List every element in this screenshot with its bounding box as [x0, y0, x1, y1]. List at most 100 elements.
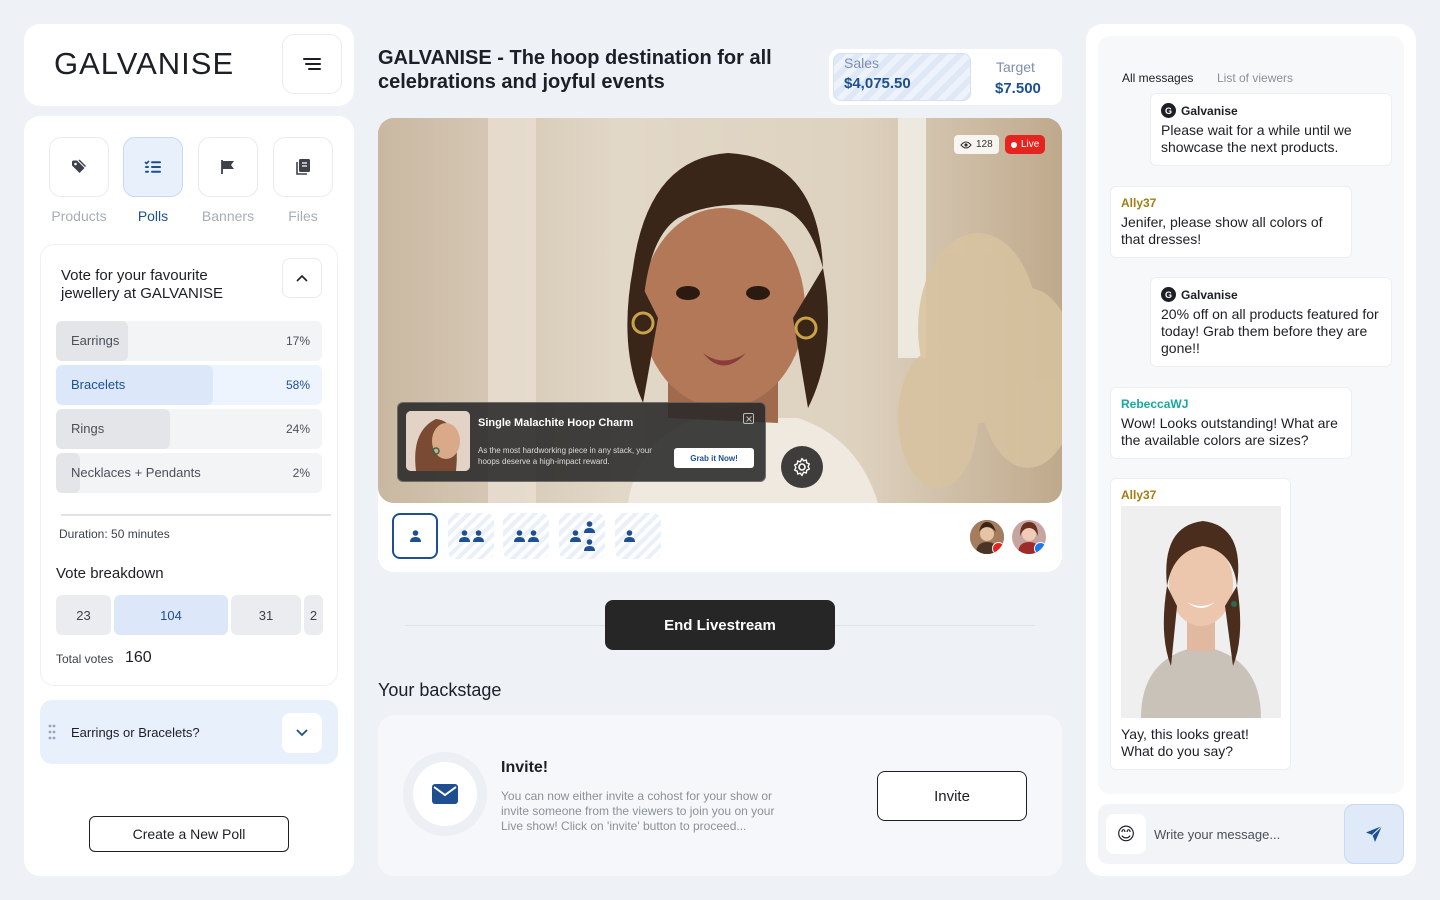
poll-item-collapsed[interactable]: Earrings or Bracelets?	[40, 700, 338, 764]
invite-description: You can now either invite a cohost for y…	[501, 789, 775, 833]
layout-single-button[interactable]	[392, 513, 438, 559]
tag-icon	[72, 159, 86, 173]
message-author: RebeccaWJ	[1121, 397, 1189, 411]
person-icon	[472, 530, 484, 542]
message-author: Galvanise	[1181, 287, 1238, 302]
menu-icon	[303, 58, 321, 70]
product-popup: Single Malachite Hoop Charm As the most …	[397, 402, 766, 482]
target-label: Target	[996, 59, 1035, 75]
tab-all-messages[interactable]: All messages	[1122, 71, 1193, 85]
facebook-guest-avatar[interactable]	[1012, 520, 1046, 554]
poll-option-percent: 24%	[285, 422, 310, 436]
brand-card: GALVANISE	[24, 24, 354, 106]
create-poll-button[interactable]: Create a New Poll	[89, 816, 289, 852]
product-thumbnail	[406, 411, 470, 471]
galvanise-logo-icon: G	[1161, 287, 1176, 302]
send-button[interactable]	[1344, 804, 1404, 864]
product-title: Single Malachite Hoop Charm	[478, 417, 634, 429]
left-tool-panel: Products Polls Banners Files Vote for yo…	[24, 116, 354, 876]
message-text: Jenifer, please show all colors of that …	[1121, 214, 1323, 247]
person-icon	[583, 521, 595, 533]
tab-files-label: Files	[288, 208, 318, 224]
layout-side-button[interactable]	[615, 513, 661, 559]
breakdown-segment-earrings: 23	[56, 595, 111, 635]
poll-option-necklaces[interactable]: Necklaces + Pendants 2%	[56, 453, 322, 493]
popup-close-button[interactable]	[743, 413, 754, 424]
message-text: Yay, this looks great! What do you say?	[1121, 726, 1249, 759]
chat-composer: 😊	[1098, 804, 1404, 864]
drag-handle-icon[interactable]	[48, 724, 56, 740]
live-video[interactable]: 128 Live Single Malachite Hoop Charm As …	[378, 118, 1062, 503]
message-text: Please wait for a while until we showcas…	[1161, 122, 1352, 155]
message-text: 20% off on all products featured for tod…	[1161, 306, 1379, 356]
chat-message-input[interactable]	[1154, 814, 1334, 854]
poll-option-bracelets[interactable]: Bracelets 58%	[56, 365, 322, 405]
invite-avatar	[413, 762, 477, 826]
tab-polls-label: Polls	[137, 208, 169, 224]
vote-breakdown-title: Vote breakdown	[56, 565, 164, 582]
chat-panel: All messages List of viewers G Galvanise …	[1086, 24, 1416, 876]
poll-duration: Duration: 50 minutes	[59, 527, 170, 541]
youtube-icon	[992, 542, 1004, 554]
youtube-guest-avatar[interactable]	[970, 520, 1004, 554]
tab-polls[interactable]: Polls	[123, 137, 183, 224]
brand-logo: GALVANISE	[54, 46, 235, 81]
person-icon	[583, 539, 595, 551]
chat-message: RebeccaWJ Wow! Looks outstanding! What a…	[1110, 387, 1352, 459]
poll-option-earrings[interactable]: Earrings 17%	[56, 321, 322, 361]
poll-option-name: Bracelets	[71, 377, 126, 392]
emoji-button[interactable]: 😊	[1106, 814, 1146, 854]
poll-option-percent: 58%	[285, 378, 310, 392]
sales-value: $4,075.50	[844, 75, 911, 92]
chat-messages[interactable]: All messages List of viewers G Galvanise …	[1098, 36, 1404, 794]
tab-list-of-viewers[interactable]: List of viewers	[1217, 71, 1293, 85]
menu-button[interactable]	[282, 34, 342, 94]
chat-message-photo: Ally37 Yay, this looks great! What do yo…	[1110, 478, 1291, 770]
send-icon	[1366, 825, 1383, 842]
invite-button[interactable]: Invite	[877, 771, 1027, 821]
target-value: $7.500	[995, 80, 1041, 97]
tab-products[interactable]: Products	[49, 137, 109, 224]
chat-message: G Galvanise 20% off on all products featu…	[1150, 277, 1392, 367]
person-icon	[527, 530, 539, 542]
tab-files[interactable]: Files	[273, 137, 333, 224]
stream-title: GALVANISE - The hoop destination for all…	[378, 47, 772, 93]
message-author: Ally37	[1121, 196, 1157, 210]
total-votes-value: 160	[125, 649, 152, 666]
poll-option-name: Necklaces + Pendants	[71, 465, 201, 480]
viewer-count: 128	[976, 139, 993, 150]
chat-message: Ally37 Jenifer, please show all colors o…	[1110, 186, 1352, 258]
flag-icon	[221, 160, 234, 174]
poll-item-label: Earrings or Bracelets?	[71, 725, 200, 740]
product-description: As the most hardworking piece in any sta…	[478, 446, 652, 466]
layout-three-button[interactable]	[559, 513, 605, 559]
poll-expand-button[interactable]	[282, 713, 322, 753]
tab-banners[interactable]: Banners	[198, 137, 258, 224]
live-label: Live	[1021, 139, 1040, 150]
smile-emoji-icon: 😊	[1116, 823, 1136, 844]
close-icon	[745, 415, 752, 422]
poll-option-percent: 2%	[292, 466, 310, 480]
poll-option-rings[interactable]: Rings 24%	[56, 409, 322, 449]
poll-divider	[61, 514, 331, 516]
facebook-icon	[1034, 542, 1046, 554]
poll-option-percent: 17%	[285, 334, 310, 348]
total-votes-label: Total votes	[56, 652, 114, 666]
files-icon	[296, 159, 310, 175]
chevron-down-icon	[296, 729, 308, 737]
sales-label: Sales	[844, 55, 880, 71]
tab-banners-label: Banners	[201, 208, 255, 224]
layout-two-alt-button[interactable]	[503, 513, 549, 559]
person-icon	[624, 530, 635, 542]
end-livestream-button[interactable]: End Livestream	[605, 600, 835, 650]
grab-it-now-button[interactable]: Grab it Now!	[674, 448, 754, 468]
chat-message: G Galvanise Please wait for a while until…	[1150, 93, 1392, 166]
layout-two-button[interactable]	[448, 513, 494, 559]
message-photo[interactable]	[1121, 506, 1281, 718]
message-author: Galvanise	[1181, 103, 1238, 118]
poll-collapse-button[interactable]	[282, 258, 322, 298]
poll-option-name: Earrings	[71, 333, 120, 348]
video-settings-button[interactable]	[781, 446, 823, 488]
poll-option-name: Rings	[71, 421, 105, 436]
backstage-card: Invite! You can now either invite a coho…	[378, 715, 1062, 876]
